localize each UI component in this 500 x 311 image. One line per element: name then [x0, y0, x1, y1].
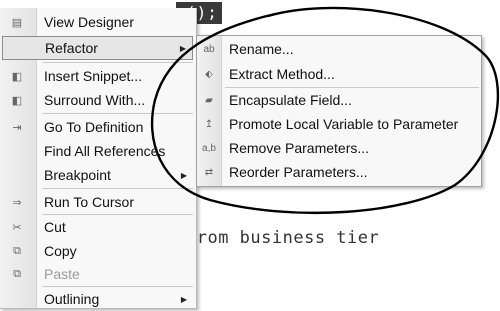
submenu-item-label: Remove Parameters... — [229, 140, 370, 156]
submenu-item-promote-local-variable[interactable]: ↥ Promote Local Variable to Parameter — [197, 112, 481, 136]
submenu-item-label: Extract Method... — [229, 66, 335, 82]
menu-item-view-designer[interactable]: ▤ View Designer — [2, 10, 193, 34]
menu-item-label: Outlining — [44, 291, 100, 307]
rename-icon: ab — [203, 43, 215, 55]
submenu-arrow-icon: ▶ — [180, 170, 187, 180]
view-designer-icon: ▤ — [11, 16, 23, 29]
menu-item-label: View Designer — [44, 14, 135, 30]
code-line-text: from business tier — [186, 228, 380, 248]
submenu-item-extract-method[interactable]: ⬖ Extract Method... — [197, 62, 481, 86]
extract-method-icon: ⬖ — [205, 68, 213, 80]
menu-item-run-to-cursor[interactable]: ⇒ Run To Cursor — [2, 190, 193, 214]
menu-item-label: Refactor — [45, 40, 98, 56]
editor-context-menu: ▤ View Designer Refactor ▶ ◧ Insert Snip… — [0, 8, 197, 309]
menu-item-insert-snippet[interactable]: ◧ Insert Snippet... — [2, 64, 193, 88]
menu-separator — [42, 113, 193, 114]
go-to-definition-icon: ⇥ — [12, 121, 22, 134]
submenu-item-label: Promote Local Variable to Parameter — [229, 116, 459, 132]
menu-item-breakpoint[interactable]: Breakpoint ▶ — [2, 163, 193, 187]
menu-item-label: Go To Definition — [44, 119, 144, 135]
menu-item-label: Insert Snippet... — [44, 68, 143, 84]
submenu-item-reorder-parameters[interactable]: ⇄ Reorder Parameters... — [197, 160, 481, 184]
submenu-item-encapsulate-field[interactable]: ▰ Encapsulate Field... — [197, 88, 481, 112]
encapsulate-field-icon: ▰ — [205, 94, 213, 106]
menu-item-cut[interactable]: ✂ Cut — [2, 215, 193, 239]
menu-item-label: Find All References — [44, 143, 166, 159]
submenu-arrow-icon: ▶ — [179, 43, 186, 53]
menu-item-label: Copy — [44, 243, 77, 259]
menu-item-surround-with[interactable]: ◧ Surround With... — [2, 88, 193, 112]
remove-parameters-icon: a,b — [202, 142, 216, 154]
menu-item-paste: ⧉ Paste — [2, 262, 193, 286]
menu-item-label: Paste — [44, 266, 80, 282]
menu-item-label: Surround With... — [44, 92, 146, 108]
menu-separator — [42, 188, 193, 189]
copy-icon: ⧉ — [13, 244, 21, 257]
promote-variable-icon: ↥ — [204, 118, 214, 130]
run-to-cursor-icon: ⇒ — [12, 196, 22, 209]
menu-item-label: Cut — [44, 219, 66, 235]
submenu-item-label: Reorder Parameters... — [229, 164, 368, 180]
submenu-item-label: Encapsulate Field... — [229, 92, 352, 108]
paste-icon: ⧉ — [13, 267, 21, 280]
menu-item-refactor[interactable]: Refactor ▶ — [2, 36, 193, 60]
menu-item-find-all-references[interactable]: Find All References — [2, 139, 193, 163]
submenu-item-remove-parameters[interactable]: a,b Remove Parameters... — [197, 136, 481, 160]
submenu-item-rename[interactable]: ab Rename... — [197, 37, 481, 61]
menu-separator — [42, 62, 193, 63]
menu-item-label: Run To Cursor — [44, 194, 135, 210]
submenu-item-label: Rename... — [229, 41, 294, 57]
submenu-arrow-icon: ▶ — [180, 294, 187, 304]
menu-item-label: Breakpoint — [44, 167, 111, 183]
surround-with-icon: ◧ — [11, 94, 23, 107]
menu-item-outlining[interactable]: Outlining ▶ — [2, 287, 193, 311]
insert-snippet-icon: ◧ — [11, 70, 23, 83]
refactor-submenu: ab Rename... ⬖ Extract Method... ▰ Encap… — [196, 35, 482, 187]
menu-item-copy[interactable]: ⧉ Copy — [2, 239, 193, 263]
cut-icon: ✂ — [12, 221, 22, 234]
reorder-parameters-icon: ⇄ — [204, 166, 214, 178]
menu-item-go-to-definition[interactable]: ⇥ Go To Definition — [2, 115, 193, 139]
